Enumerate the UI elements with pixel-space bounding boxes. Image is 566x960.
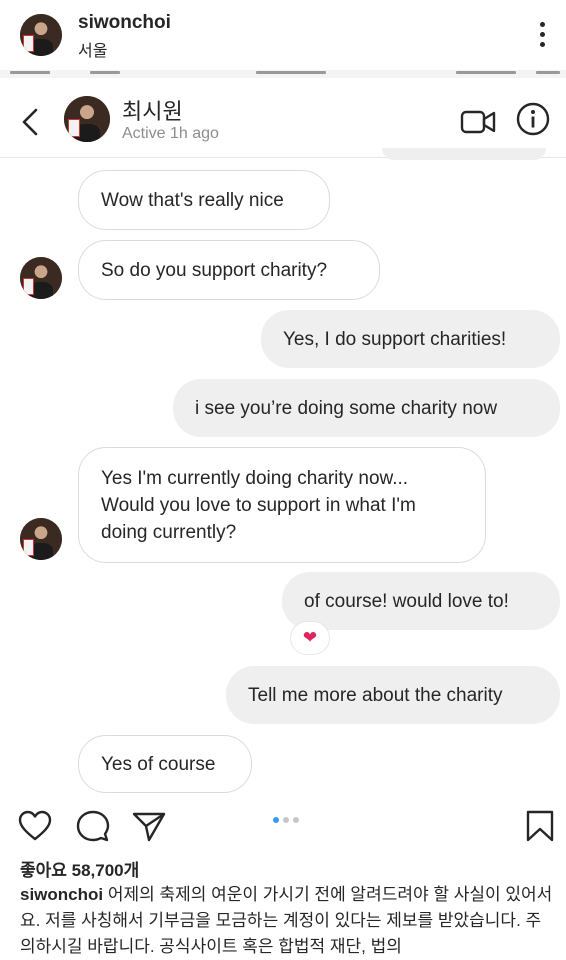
message-bubble: Yes I'm currently doing charity now... W…	[78, 447, 486, 563]
comment-icon[interactable]	[76, 810, 110, 842]
dm-active-status: Active 1h ago	[122, 125, 219, 142]
message-bubble: i see you’re doing some charity now	[173, 379, 560, 437]
message-bubble: Yes of course	[78, 735, 252, 793]
message-bubble: Tell me more about the charity	[226, 666, 560, 724]
post-caption: siwonchoi 어제의 축제의 여운이 가시기 전에 알려드려야 할 사실이…	[20, 882, 556, 960]
message-bubble: Wow that's really nice	[78, 170, 330, 230]
dm-avatar[interactable]	[64, 96, 110, 142]
previous-message-fragment	[382, 148, 546, 160]
post-location[interactable]: 서울	[78, 37, 107, 61]
status-bar-fragment	[0, 70, 566, 78]
bookmark-icon[interactable]	[524, 810, 556, 842]
post-header: siwonchoi 서울	[0, 0, 566, 70]
post-action-bar	[0, 796, 566, 852]
heart-outline-icon[interactable]	[18, 810, 52, 842]
message-bubble: Yes, I do support charities!	[261, 310, 560, 368]
message-avatar[interactable]	[20, 257, 62, 299]
info-icon[interactable]	[516, 102, 550, 136]
carousel-indicator	[273, 817, 303, 825]
dm-contact-name[interactable]: 최시원	[122, 94, 183, 126]
post-avatar[interactable]	[20, 14, 62, 56]
dm-header: 최시원 Active 1h ago	[0, 78, 566, 158]
like-count[interactable]: 좋아요 58,700개	[20, 856, 139, 881]
heart-reaction[interactable]: ❤	[290, 621, 330, 655]
more-vertical-icon[interactable]	[536, 22, 550, 48]
message-bubble: So do you support charity?	[78, 240, 380, 300]
message-avatar[interactable]	[20, 518, 62, 560]
chevron-left-icon[interactable]	[20, 108, 42, 136]
message-bubble: of course! would love to!	[282, 572, 560, 630]
video-camera-icon[interactable]	[460, 108, 496, 136]
post-image: 최시원 Active 1h ago Wow that's really nice…	[0, 70, 566, 796]
paper-plane-icon[interactable]	[132, 810, 166, 842]
caption-username[interactable]: siwonchoi	[20, 885, 103, 904]
post-username[interactable]: siwonchoi	[78, 12, 171, 34]
